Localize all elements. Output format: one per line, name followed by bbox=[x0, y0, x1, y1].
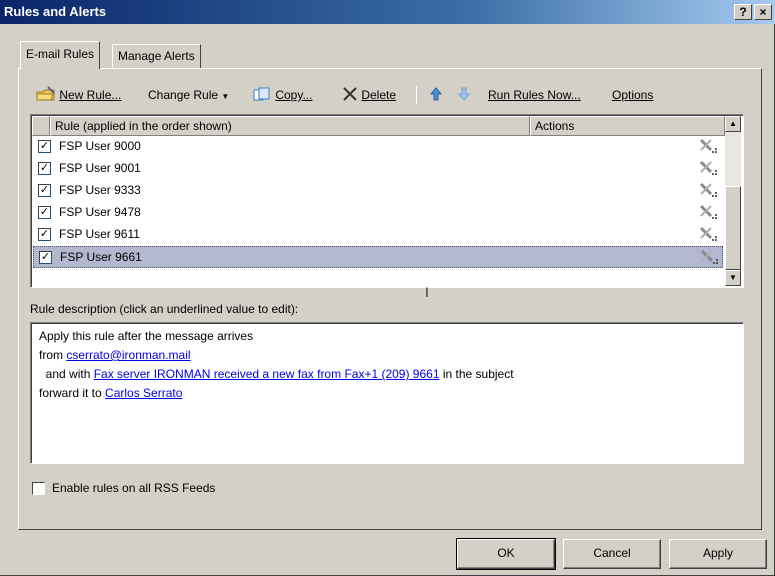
change-rule-label: Change Rule bbox=[148, 88, 219, 102]
rules-list-scrollbar[interactable]: ▲ ▼ bbox=[725, 116, 741, 286]
options-button[interactable]: Options bbox=[612, 86, 653, 104]
move-up-button[interactable] bbox=[429, 86, 443, 104]
sender-address-link[interactable]: cserrato@ironman.mail bbox=[66, 348, 190, 362]
scroll-down-button[interactable]: ▼ bbox=[725, 270, 741, 286]
column-header-actions[interactable]: Actions bbox=[530, 116, 725, 136]
rule-actions-icon[interactable] bbox=[697, 159, 719, 177]
new-rule-icon bbox=[36, 86, 55, 101]
chevron-down-icon: ▼ bbox=[221, 92, 230, 101]
arrow-down-icon bbox=[457, 87, 471, 101]
rule-row[interactable]: ✓ FSP User 9001 bbox=[33, 158, 723, 180]
copy-label: Copy... bbox=[275, 88, 313, 102]
rule-name: FSP User 9333 bbox=[59, 183, 141, 197]
column-header-rule-label: Rule (applied in the order shown) bbox=[55, 119, 232, 133]
arrow-up-icon bbox=[429, 87, 443, 101]
tab-email-rules[interactable]: E-mail Rules bbox=[20, 41, 101, 69]
rule-row[interactable]: ✓ FSP User 9611 bbox=[33, 224, 723, 246]
description-line: forward it to Carlos Serrato bbox=[39, 384, 743, 403]
window-title: Rules and Alerts bbox=[4, 4, 107, 19]
rules-and-alerts-dialog: Rules and Alerts ? × E-mail Rules Manage… bbox=[0, 0, 775, 576]
rule-actions-icon[interactable] bbox=[698, 248, 720, 266]
copy-rule-button[interactable]: Copy... bbox=[252, 86, 312, 104]
tab-email-rules-label: E-mail Rules bbox=[26, 47, 95, 61]
rule-enabled-checkbox[interactable]: ✓ bbox=[38, 228, 51, 241]
rule-actions-icon[interactable] bbox=[697, 203, 719, 221]
rule-description-box: Apply this rule after the message arrive… bbox=[30, 322, 744, 464]
forward-recipient-link[interactable]: Carlos Serrato bbox=[105, 386, 182, 400]
copy-icon bbox=[253, 87, 270, 101]
rule-name: FSP User 9001 bbox=[59, 161, 141, 175]
rule-row[interactable]: ✓ FSP User 9000 bbox=[33, 136, 723, 158]
apply-button[interactable]: Apply bbox=[669, 539, 767, 569]
rule-enabled-checkbox[interactable]: ✓ bbox=[38, 184, 51, 197]
scroll-up-button[interactable]: ▲ bbox=[725, 116, 741, 132]
rule-actions-icon[interactable] bbox=[697, 181, 719, 199]
rule-row-selected[interactable]: ✓ FSP User 9661 bbox=[33, 246, 723, 268]
description-text: and with bbox=[39, 367, 94, 381]
description-line: from cserrato@ironman.mail bbox=[39, 346, 743, 365]
delete-label: Delete bbox=[361, 88, 397, 102]
description-line: and with Fax server IRONMAN received a n… bbox=[39, 365, 743, 384]
delete-icon bbox=[343, 87, 357, 101]
rule-name: FSP User 9478 bbox=[59, 205, 141, 219]
title-bar: Rules and Alerts bbox=[0, 0, 775, 24]
new-rule-button[interactable]: New Rule... bbox=[36, 86, 121, 104]
subject-text-link[interactable]: Fax server IRONMAN received a new fax fr… bbox=[94, 367, 440, 381]
rule-name: FSP User 9661 bbox=[60, 250, 142, 264]
enable-rss-rules-label: Enable rules on all RSS Feeds bbox=[52, 481, 216, 495]
rule-actions-icon[interactable] bbox=[697, 137, 719, 155]
ok-button[interactable]: OK bbox=[456, 538, 556, 570]
toolbar-divider bbox=[416, 86, 417, 104]
rules-list[interactable]: Rule (applied in the order shown) Action… bbox=[30, 114, 744, 288]
column-header-rule[interactable]: Rule (applied in the order shown) bbox=[50, 116, 530, 136]
rule-enabled-checkbox[interactable]: ✓ bbox=[38, 162, 51, 175]
close-button[interactable]: × bbox=[754, 4, 772, 20]
rule-name: FSP User 9611 bbox=[59, 227, 140, 241]
description-text: forward it to bbox=[39, 386, 106, 400]
scroll-thumb[interactable] bbox=[725, 186, 741, 270]
options-label: Options bbox=[612, 88, 654, 102]
column-header-actions-label: Actions bbox=[535, 119, 575, 133]
column-header-checkbox[interactable] bbox=[32, 116, 50, 136]
rule-enabled-checkbox[interactable]: ✓ bbox=[38, 140, 51, 153]
cancel-button[interactable]: Cancel bbox=[563, 539, 661, 569]
description-line: Apply this rule after the message arrive… bbox=[39, 329, 254, 343]
move-down-button[interactable] bbox=[457, 86, 471, 104]
help-button[interactable]: ? bbox=[734, 4, 752, 20]
rule-description-label: Rule description (click an underlined va… bbox=[30, 302, 299, 316]
description-text: from bbox=[39, 348, 67, 362]
rule-row[interactable]: ✓ FSP User 9478 bbox=[33, 202, 723, 224]
run-rules-now-label: Run Rules Now... bbox=[488, 88, 581, 102]
text-cursor-icon: I bbox=[425, 284, 429, 300]
run-rules-now-button[interactable]: Run Rules Now... bbox=[488, 86, 581, 104]
tab-manage-alerts[interactable]: Manage Alerts bbox=[112, 44, 201, 68]
rule-enabled-checkbox[interactable]: ✓ bbox=[39, 251, 52, 264]
change-rule-dropdown[interactable]: Change Rule ▼ bbox=[148, 86, 229, 104]
description-text: in the subject bbox=[439, 367, 514, 381]
rule-row[interactable]: ✓ FSP User 9333 bbox=[33, 180, 723, 202]
rule-enabled-checkbox[interactable]: ✓ bbox=[38, 206, 51, 219]
delete-rule-button[interactable]: Delete bbox=[342, 86, 396, 104]
rule-actions-icon[interactable] bbox=[697, 225, 719, 243]
enable-rss-rules-checkbox[interactable] bbox=[32, 482, 45, 495]
new-rule-label: New Rule... bbox=[59, 88, 122, 102]
tab-manage-alerts-label: Manage Alerts bbox=[118, 49, 195, 63]
rule-name: FSP User 9000 bbox=[59, 139, 141, 153]
